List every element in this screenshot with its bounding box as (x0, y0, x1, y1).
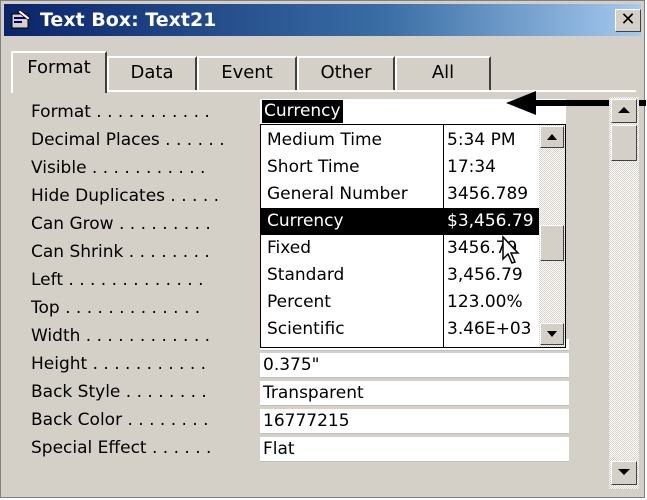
option-name: General Number (267, 184, 408, 204)
list-item[interactable]: Scientific 3.46E+03 (261, 316, 539, 343)
property-label-hide-duplicates: Hide Duplicates . . . . . (31, 186, 220, 206)
option-name: Percent (267, 292, 331, 312)
tab-format[interactable]: Format (11, 51, 107, 93)
option-example: 123.00% (447, 292, 523, 312)
tab-data[interactable]: Data (107, 56, 197, 92)
list-item[interactable]: Medium Time 5:34 PM (261, 127, 539, 154)
option-name: Fixed (267, 238, 312, 258)
format-value[interactable]: Currency (262, 100, 343, 123)
property-label-can-grow: Can Grow . . . . . . . . . (31, 214, 211, 234)
property-label-top: Top . . . . . . . . . . . . . (31, 298, 201, 318)
option-example: 3456.789 (447, 184, 529, 204)
mouse-cursor-icon (501, 235, 525, 271)
property-label-format: Format . . . . . . . . . . . (31, 102, 210, 122)
scroll-up-arrow-icon (618, 107, 630, 113)
tab-event[interactable]: Event (197, 56, 297, 92)
main-scroll-up-button[interactable] (611, 99, 637, 123)
option-name: Currency (267, 211, 344, 231)
option-name: Standard (267, 265, 345, 285)
option-example: 17:34 (447, 157, 496, 177)
property-label-left: Left . . . . . . . . . . . . . (31, 270, 204, 290)
list-item[interactable]: Fixed 3456.79 (261, 235, 539, 262)
property-label-decimal-places: Decimal Places . . . . . . (31, 130, 225, 150)
option-example: $3,456.79 (447, 211, 534, 231)
title-bar[interactable]: Text Box: Text21 ✕ (4, 4, 641, 36)
property-label-can-shrink: Can Shrink . . . . . . . . (31, 242, 210, 262)
main-scroll-thumb[interactable] (611, 125, 637, 161)
dropdown-scroll-up-button[interactable] (540, 126, 564, 148)
window-title: Text Box: Text21 (40, 9, 217, 31)
main-scroll-down-button[interactable] (611, 461, 637, 485)
dropdown-scroll-thumb[interactable] (540, 225, 564, 261)
scroll-up-arrow-icon (547, 134, 557, 140)
close-icon: ✕ (620, 9, 636, 30)
main-scrollbar[interactable] (609, 97, 639, 489)
dropdown-scrollbar[interactable] (539, 125, 565, 347)
property-label-back-color: Back Color . . . . . . . . (31, 410, 209, 430)
property-label-height: Height . . . . . . . . . . . (31, 354, 207, 374)
option-example: 5:34 PM (447, 130, 516, 150)
property-label-special-effect: Special Effect . . . . . . (31, 438, 212, 458)
property-label-width: Width . . . . . . . . . . . . (31, 326, 211, 346)
close-button[interactable]: ✕ (615, 9, 641, 32)
option-example: 3.46E+03 (447, 319, 532, 339)
option-name: Short Time (267, 157, 360, 177)
properties-window: Text Box: Text21 ✕ Format Data Event Oth… (0, 0, 646, 498)
option-example: 3456.79 (447, 238, 518, 258)
option-name: Scientific (267, 319, 345, 339)
format-dropdown-list[interactable]: Medium Time 5:34 PM Short Time 17:34 Gen… (260, 124, 566, 348)
special-effect-value[interactable]: Flat (260, 437, 569, 462)
back-style-value[interactable]: Transparent (260, 381, 569, 406)
option-example: 3,456.79 (447, 265, 523, 285)
list-item-selected[interactable]: Currency $3,456.79 (261, 208, 539, 235)
tab-all[interactable]: All (395, 56, 491, 92)
scroll-down-arrow-icon (618, 469, 630, 475)
option-name: Medium Time (267, 130, 382, 150)
list-item[interactable]: Short Time 17:34 (261, 154, 539, 181)
list-item[interactable]: General Number 3456.789 (261, 181, 539, 208)
property-label-back-style: Back Style . . . . . . . . (31, 382, 207, 402)
dropdown-scroll-down-button[interactable] (540, 323, 564, 345)
height-value[interactable]: 0.375" (260, 353, 569, 378)
tab-other[interactable]: Other (297, 56, 395, 92)
property-label-visible: Visible . . . . . . . . . . . (31, 158, 206, 178)
list-item[interactable]: Standard 3,456.79 (261, 262, 539, 289)
properties-icon (10, 9, 32, 30)
scroll-down-arrow-icon (547, 331, 557, 337)
list-item[interactable]: Percent 123.00% (261, 289, 539, 316)
back-color-value[interactable]: 16777215 (260, 409, 569, 434)
